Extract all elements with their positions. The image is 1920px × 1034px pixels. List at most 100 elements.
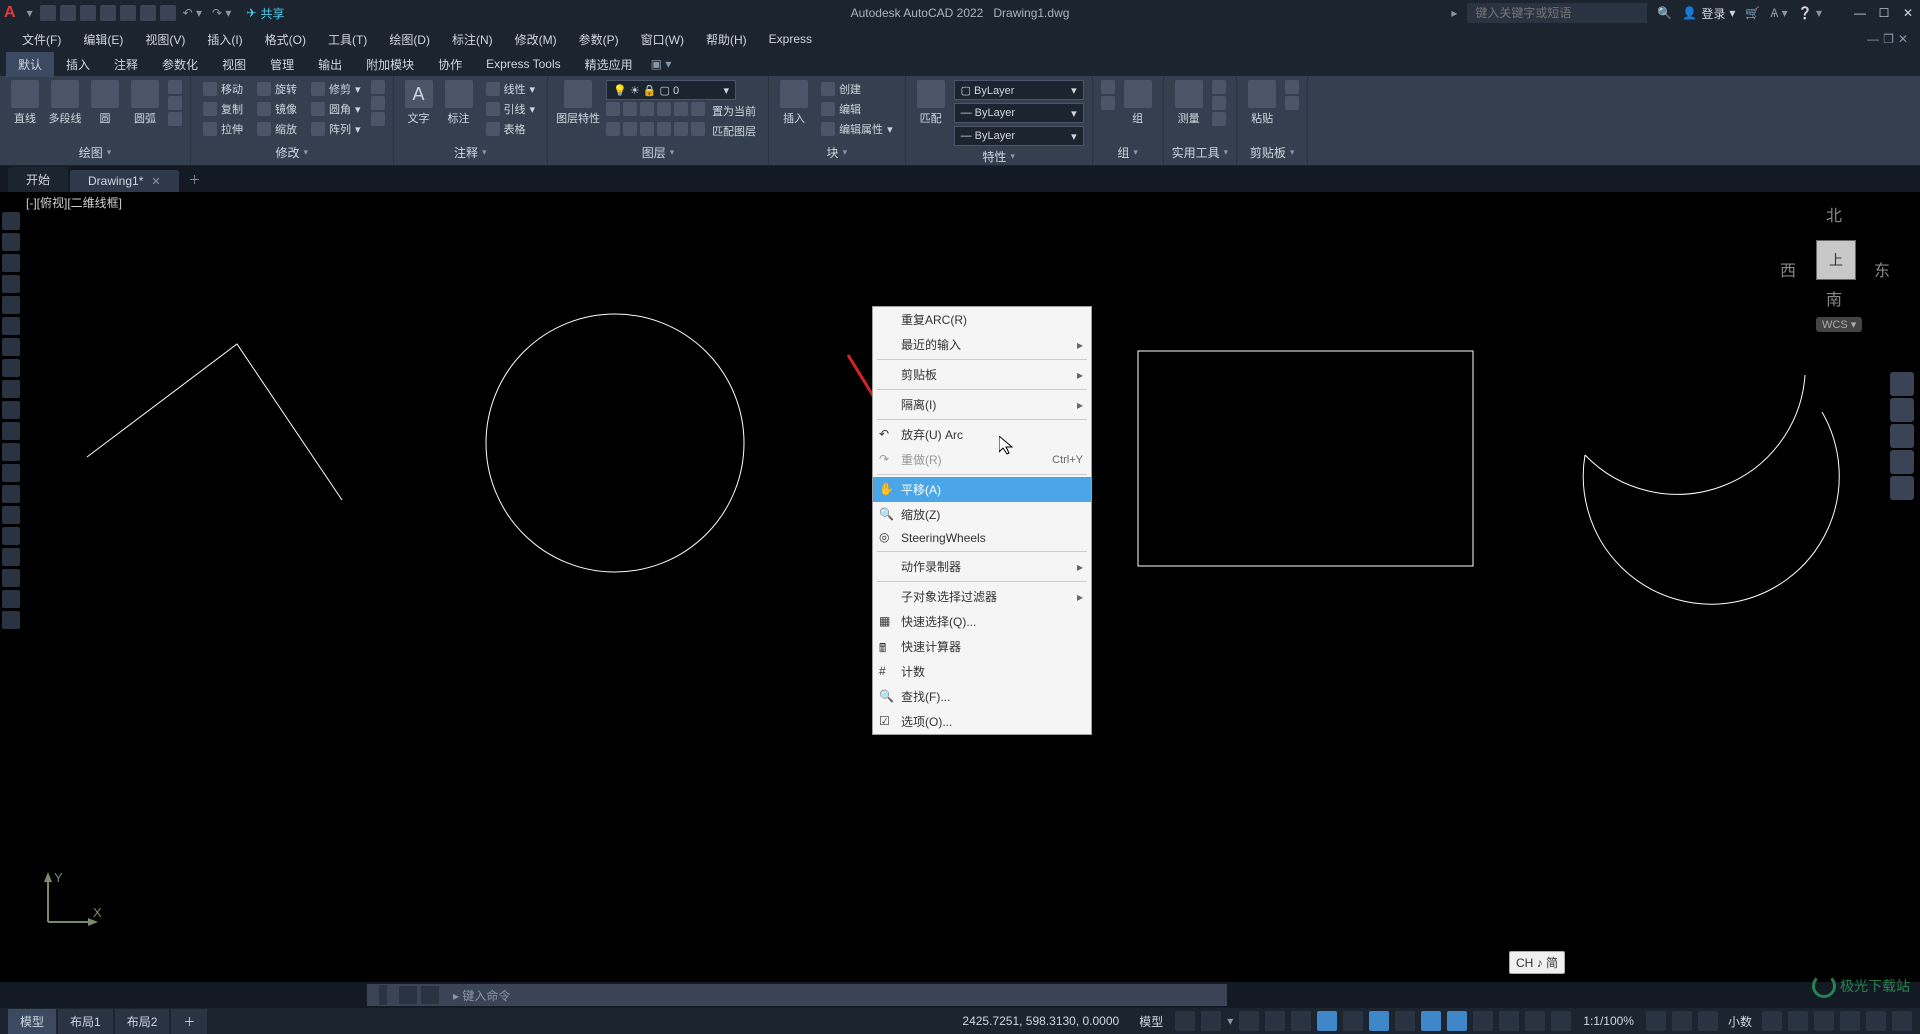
status-model-label[interactable]: 模型 — [1133, 1013, 1169, 1030]
monitor-toggle[interactable] — [1672, 1011, 1692, 1031]
menu-view[interactable]: 视图(V) — [135, 28, 195, 51]
doc-minimize-button[interactable]: — — [1867, 32, 1879, 46]
search-input[interactable] — [1467, 3, 1647, 23]
vc-south[interactable]: 南 — [1826, 286, 1842, 310]
explode-icon[interactable] — [371, 96, 385, 110]
help-icon[interactable]: ❔ ▾ — [1798, 6, 1822, 20]
layer-icon-1[interactable] — [606, 102, 620, 116]
menu-edit[interactable]: 编辑(E) — [73, 28, 133, 51]
insert-block-button[interactable]: 插入 — [777, 80, 811, 126]
vc-east[interactable]: 东 — [1874, 257, 1890, 281]
set-current-layer-button[interactable]: 置为当前 — [708, 102, 760, 120]
save-icon[interactable] — [80, 5, 96, 21]
ctx-steeringwheels[interactable]: ◎SteeringWheels — [873, 527, 1091, 549]
edit-attributes-button[interactable]: 编辑属性 ▾ — [817, 120, 897, 138]
menu-express[interactable]: Express — [759, 29, 822, 49]
add-tab-button[interactable]: ＋ — [181, 167, 209, 192]
scale-button[interactable]: 缩放 — [253, 120, 301, 138]
polar-toggle[interactable] — [1317, 1011, 1337, 1031]
group-icon-2[interactable] — [1101, 96, 1115, 110]
ctx-subobject-filter[interactable]: 子对象选择过滤器▸ — [873, 584, 1091, 609]
trans-toggle[interactable] — [1473, 1011, 1493, 1031]
ctx-isolate[interactable]: 隔离(I)▸ — [873, 392, 1091, 417]
menu-parametric[interactable]: 参数(P) — [569, 28, 629, 51]
ctx-action-recorder[interactable]: 动作录制器▸ — [873, 554, 1091, 579]
osnap-toggle[interactable] — [1369, 1011, 1389, 1031]
ribtab-insert[interactable]: 插入 — [54, 52, 102, 77]
nav-showmotion-icon[interactable] — [1890, 476, 1914, 500]
circle-button[interactable]: 圆 — [88, 80, 122, 126]
undo-icon[interactable]: ↶ ▾ — [183, 6, 202, 20]
array-button[interactable]: 阵列 ▾ — [307, 120, 365, 138]
layer-icon-6[interactable] — [691, 102, 705, 116]
new-icon[interactable] — [40, 5, 56, 21]
menu-window[interactable]: 窗口(W) — [631, 28, 694, 51]
cmd-grip-icon[interactable] — [379, 985, 387, 1005]
units-toggle[interactable] — [1698, 1011, 1718, 1031]
ctx-zoom[interactable]: 🔍缩放(Z) — [873, 502, 1091, 527]
ortho-toggle[interactable] — [1291, 1011, 1311, 1031]
nav-wheel-icon[interactable] — [1890, 372, 1914, 396]
ctx-options[interactable]: ☑选项(O)... — [873, 709, 1091, 734]
menu-tools[interactable]: 工具(T) — [318, 28, 377, 51]
search-icon[interactable]: 🔍 — [1657, 6, 1672, 20]
line-button[interactable]: 直线 — [8, 80, 42, 126]
ribtab-addins[interactable]: 附加模块 — [354, 52, 426, 77]
otrack-toggle[interactable] — [1421, 1011, 1441, 1031]
menu-draw[interactable]: 绘图(D) — [379, 28, 440, 51]
web-open-icon[interactable] — [120, 5, 136, 21]
hwaccel-toggle[interactable] — [1840, 1011, 1860, 1031]
panel-title-properties[interactable]: 特性 — [914, 146, 1084, 167]
nav-zoom-icon[interactable] — [1890, 424, 1914, 448]
login-button[interactable]: 👤 登录 ▾ — [1682, 5, 1735, 22]
dimension-button[interactable]: 标注 — [442, 80, 476, 126]
match-props-button[interactable]: 匹配 — [914, 80, 948, 126]
nav-pan-icon[interactable] — [1890, 398, 1914, 422]
trim-button[interactable]: 修剪 ▾ — [307, 80, 365, 98]
zoom-label[interactable]: 1:1/100% — [1577, 1014, 1640, 1028]
panel-title-annotate[interactable]: 注释 — [402, 142, 540, 163]
ribtab-collaborate[interactable]: 协作 — [426, 52, 474, 77]
create-block-button[interactable]: 创建 — [817, 80, 897, 98]
clean-toggle[interactable] — [1866, 1011, 1886, 1031]
tab-model[interactable]: 模型 — [8, 1009, 56, 1034]
ribtab-default[interactable]: 默认 — [6, 52, 54, 77]
ellipse-icon[interactable] — [168, 96, 182, 110]
util-icon-2[interactable] — [1212, 96, 1226, 110]
mirror-button[interactable]: 镜像 — [253, 100, 301, 118]
ctx-clipboard[interactable]: 剪贴板▸ — [873, 362, 1091, 387]
cycle-toggle[interactable] — [1499, 1011, 1519, 1031]
linetype-selector[interactable]: — ByLayer▾ — [954, 126, 1084, 146]
decimal-label[interactable]: 小数 — [1724, 1013, 1756, 1030]
ribtab-manage[interactable]: 管理 — [258, 52, 306, 77]
snap-toggle[interactable] — [1201, 1011, 1221, 1031]
panel-title-clipboard[interactable]: 剪贴板 — [1245, 142, 1299, 163]
share-button[interactable]: ✈ 共享 — [246, 5, 284, 22]
tab-add-layout[interactable]: ＋ — [171, 1009, 207, 1034]
leader-button[interactable]: 引线 ▾ — [482, 100, 540, 118]
ctx-quick-select[interactable]: ▦快速选择(Q)... — [873, 609, 1091, 634]
layer-icon-2[interactable] — [623, 102, 637, 116]
paste-button[interactable]: 粘贴 — [1245, 80, 1279, 126]
ctx-repeat[interactable]: 重复ARC(R) — [873, 307, 1091, 332]
erase-icon[interactable] — [371, 80, 385, 94]
minimize-button[interactable]: — — [1852, 6, 1868, 20]
layer-properties-button[interactable]: 图层特性 — [556, 80, 600, 126]
qp-toggle[interactable] — [1762, 1011, 1782, 1031]
layer-selector[interactable]: 💡 ☀ 🔒 ▢ 0▾ — [606, 80, 736, 100]
maximize-button[interactable]: ☐ — [1876, 6, 1892, 20]
drawing-area[interactable]: [-][俯视][二维线框] — [0, 192, 1920, 992]
plot-icon[interactable] — [160, 5, 176, 21]
annot-toggle[interactable] — [1525, 1011, 1545, 1031]
close-button[interactable]: ✕ — [1900, 6, 1916, 20]
vc-west[interactable]: 西 — [1780, 257, 1796, 281]
redo-icon[interactable]: ↷ ▾ — [212, 6, 231, 20]
ctx-recent-input[interactable]: 最近的输入▸ — [873, 332, 1091, 357]
custom-toggle[interactable] — [1892, 1011, 1912, 1031]
command-input[interactable]: 键入命令 — [367, 984, 1227, 1006]
dyn-toggle[interactable] — [1265, 1011, 1285, 1031]
color-selector[interactable]: ▢ ByLayer▾ — [954, 80, 1084, 100]
move-button[interactable]: 移动 — [199, 80, 247, 98]
polyline-button[interactable]: 多段线 — [48, 80, 82, 126]
isolate-toggle[interactable] — [1814, 1011, 1834, 1031]
